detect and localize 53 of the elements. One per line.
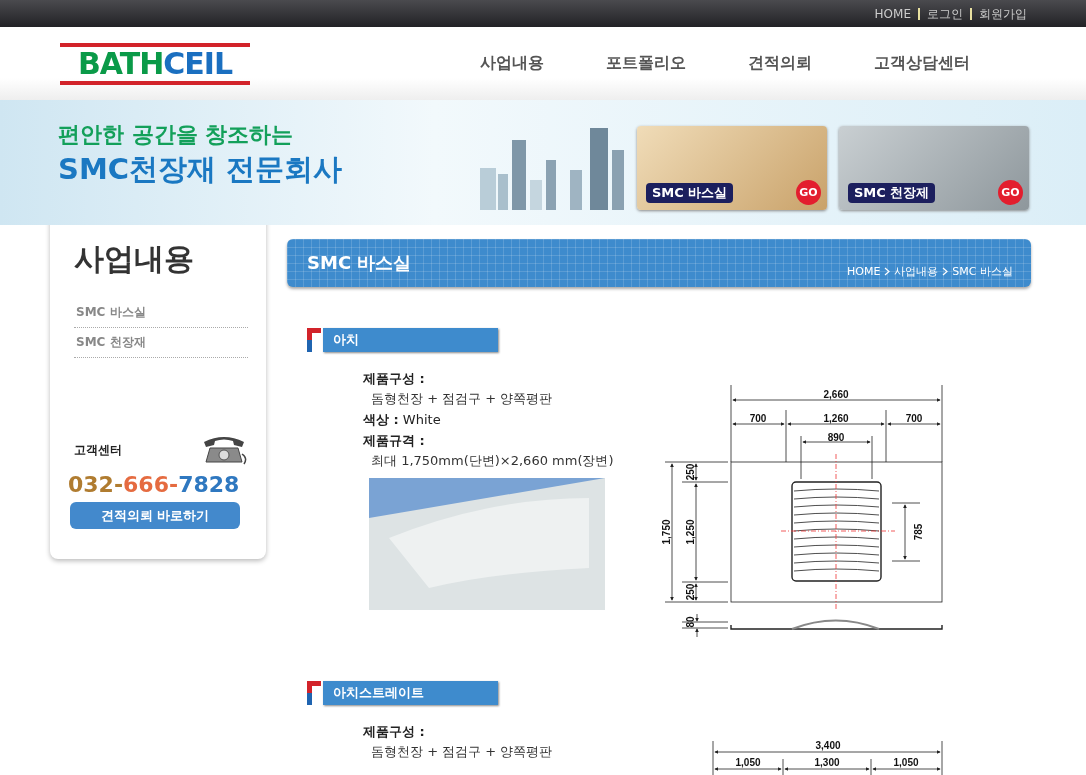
dimension-label: 700 bbox=[905, 412, 923, 424]
dimension-label: 1,260 bbox=[823, 412, 849, 424]
spec-label: 제품규격 : bbox=[363, 432, 426, 450]
nav-item[interactable]: 사업내용 bbox=[480, 53, 544, 74]
spec-value: 돔형천장 + 점검구 + 양쪽평판 bbox=[371, 743, 554, 761]
logo[interactable]: BATHCEIL bbox=[60, 42, 250, 85]
spec-value: 돔형천장 + 점검구 + 양쪽평판 bbox=[371, 390, 554, 408]
section-title: 아치스트레이트 bbox=[323, 681, 498, 705]
dimension-label: 1,750 bbox=[660, 519, 672, 545]
quote-request-button[interactable]: 견적의뢰 바로하기 bbox=[70, 502, 240, 529]
nav-item[interactable]: 견적의뢰 bbox=[748, 53, 812, 74]
dimension-label: 1,250 bbox=[684, 519, 696, 545]
dimension-label: 2,660 bbox=[823, 388, 849, 400]
breadcrumb-link[interactable]: SMC 바스실 bbox=[952, 264, 1013, 279]
go-button[interactable]: GO bbox=[998, 180, 1023, 205]
section-mark-icon bbox=[307, 328, 321, 352]
dimension-label: 3,400 bbox=[815, 739, 841, 751]
dimension-label: 250 bbox=[684, 583, 696, 601]
top-link[interactable]: 회원가입 bbox=[972, 7, 1034, 20]
banner-slogan: 편안한 공간을 창조하는 bbox=[58, 121, 295, 149]
chevron-icon bbox=[884, 267, 891, 276]
section-title: 아치 bbox=[323, 328, 498, 352]
dimension-label: 1,300 bbox=[814, 756, 840, 768]
breadcrumb-link[interactable]: HOME bbox=[846, 265, 881, 278]
card-label: SMC 천장제 bbox=[848, 183, 936, 203]
top-link[interactable]: HOME bbox=[867, 7, 920, 20]
dimension-label: 1,050 bbox=[735, 756, 761, 768]
sidebar-item[interactable]: SMC 바스실 bbox=[74, 298, 248, 328]
banner-headline: SMC천장재 전문회사 bbox=[58, 151, 343, 188]
page-title: SMC 바스실 bbox=[307, 251, 412, 275]
spec-text: 색상 : White bbox=[363, 411, 442, 429]
dimension-label: 700 bbox=[749, 412, 767, 424]
banner-photo-card[interactable]: SMC 바스실 GO bbox=[637, 126, 827, 210]
dimension-label: 1,050 bbox=[893, 756, 919, 768]
dimension-label: 250 bbox=[684, 463, 696, 481]
sidebar-item[interactable]: SMC 천장재 bbox=[74, 328, 248, 358]
chevron-icon bbox=[942, 267, 949, 276]
dimension-label: 785 bbox=[912, 523, 924, 541]
spec-label: 제품구성 : bbox=[363, 723, 426, 741]
banner-photo-card[interactable]: SMC 천장제 GO bbox=[839, 126, 1029, 210]
go-button[interactable]: GO bbox=[796, 180, 821, 205]
phone-number: 032-666-7828 bbox=[68, 471, 240, 499]
top-link[interactable]: 로그인 bbox=[920, 7, 972, 20]
customer-center-label: 고객센터 bbox=[74, 441, 122, 459]
nav-item[interactable]: 고객상담센터 bbox=[874, 53, 970, 74]
section-mark-icon bbox=[307, 681, 321, 705]
nav-item[interactable]: 포트폴리오 bbox=[606, 53, 686, 74]
spec-value: 최대 1,750mm(단변)×2,660 mm(장변) bbox=[371, 452, 615, 470]
card-label: SMC 바스실 bbox=[646, 183, 734, 203]
sidebar-title: 사업내용 bbox=[74, 240, 195, 278]
spec-label: 제품구성 : bbox=[363, 370, 426, 388]
dimension-label: 890 bbox=[827, 431, 845, 443]
dimension-label: 80 bbox=[684, 616, 696, 628]
